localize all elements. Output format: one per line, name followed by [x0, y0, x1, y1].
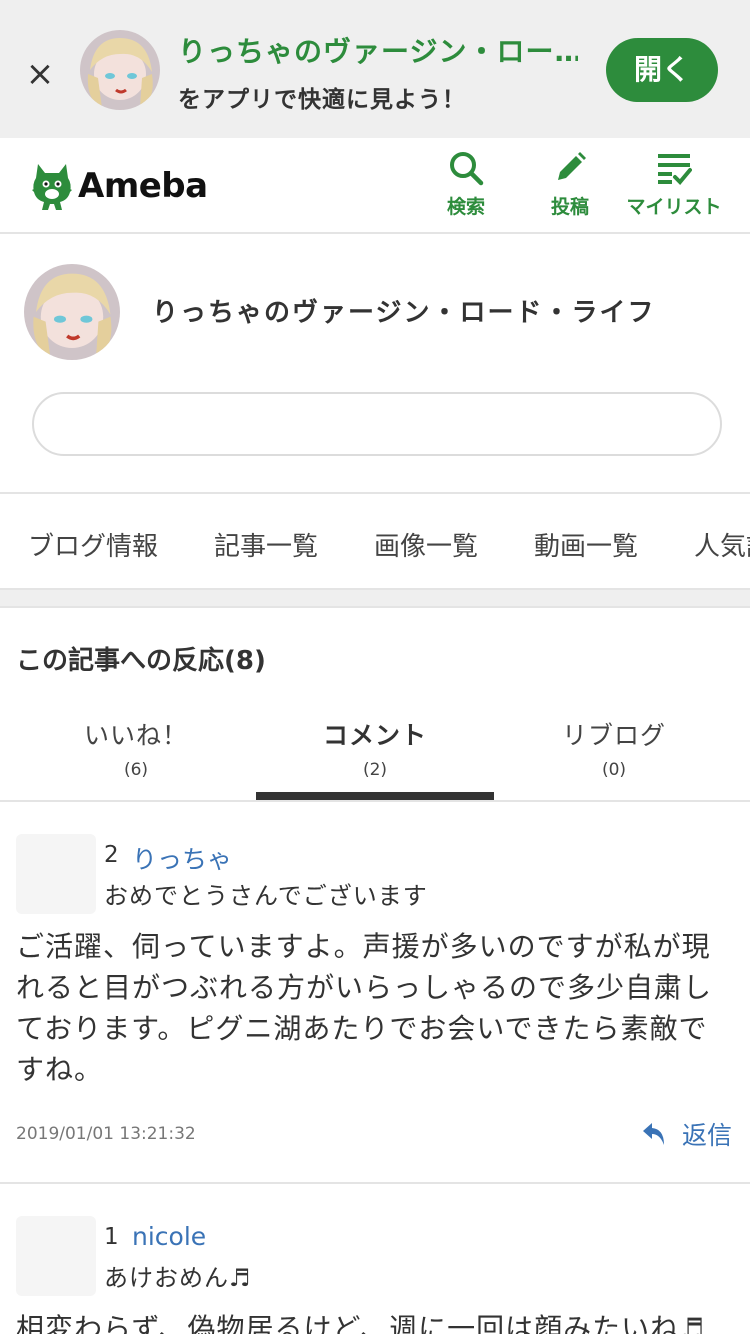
- mylist-label: マイリスト: [626, 196, 722, 218]
- reply-button[interactable]: 返信: [642, 1116, 732, 1152]
- tab-likes[interactable]: いいね！ (6): [16, 716, 256, 780]
- tab-comments-label: コメント: [322, 721, 427, 750]
- search-label: 検索: [446, 196, 485, 218]
- site-header: Ameba 検索 投稿 マイリスト: [0, 138, 750, 234]
- close-icon[interactable]: ×: [22, 52, 58, 96]
- reply-icon: [643, 1123, 664, 1145]
- comment-date: 2019/01/01 13:21:32: [16, 1124, 196, 1144]
- tab-comments[interactable]: コメント (2): [255, 716, 495, 780]
- divider: [0, 1182, 750, 1184]
- mylist-button[interactable]: マイリスト: [624, 150, 724, 226]
- tab-reblogs[interactable]: リブログ (0): [494, 716, 734, 780]
- comment-number: 2: [104, 842, 119, 868]
- banner-avatar: [80, 30, 160, 110]
- comment-item: 2 りっちゃ おめでとうさんでございます ご活躍、伺っていますよ。声援が多いので…: [0, 834, 750, 1174]
- divider: [0, 800, 750, 802]
- nav-item-popular[interactable]: 人気記: [694, 526, 750, 563]
- open-app-button[interactable]: 開く: [606, 38, 718, 102]
- tab-likes-label: いいね！: [83, 721, 188, 750]
- blog-search-input[interactable]: [32, 392, 722, 456]
- commenter-avatar[interactable]: [16, 1216, 96, 1296]
- blog-nav: ブログ情報 記事一覧 画像一覧 動画一覧 人気記: [0, 492, 750, 590]
- commenter-avatar[interactable]: [16, 834, 96, 914]
- comment-author[interactable]: りっちゃ: [132, 840, 232, 876]
- nav-item-video-list[interactable]: 動画一覧: [534, 526, 638, 563]
- app-banner: × りっちゃのヴァージン・ロー… をアプリで快適に見よう！ 開く: [0, 0, 750, 138]
- logo-text: Ameba: [78, 166, 208, 206]
- nav-item-blog-info[interactable]: ブログ情報: [28, 526, 158, 563]
- banner-subtitle: をアプリで快適に見よう！: [178, 87, 466, 113]
- tab-reblogs-label: リブログ: [561, 721, 666, 750]
- comment-body: ご活躍、伺っていますよ。声援が多いのですが私が現れると目がつぶれる方がいらっしゃ…: [16, 930, 713, 1086]
- comment-item: 1 nicole あけおめん♬ 相変わらず、偽物居るけど、週に一回は顔みたいね♬: [0, 1216, 750, 1334]
- ameba-logo[interactable]: Ameba: [30, 158, 208, 214]
- post-button[interactable]: 投稿: [520, 150, 620, 226]
- tab-likes-count: (6): [123, 760, 149, 780]
- comment-body: 相変わらず、偽物居るけど、週に一回は顔みたいね♬: [16, 1312, 706, 1334]
- reactions-title: この記事への反応(8): [16, 646, 266, 676]
- comment-number: 1: [104, 1224, 119, 1250]
- comment-subject: あけおめん♬: [104, 1264, 252, 1292]
- checklist-icon: [658, 154, 692, 185]
- ameba-mascot-icon: [32, 164, 72, 210]
- banner-title: りっちゃのヴァージン・ロー…: [178, 35, 578, 68]
- comment-author[interactable]: nicole: [132, 1222, 206, 1251]
- nav-item-entry-list[interactable]: 記事一覧: [214, 526, 318, 563]
- comment-subject: おめでとうさんでございます: [104, 882, 428, 910]
- pencil-icon: [558, 152, 586, 180]
- nav-item-image-list[interactable]: 画像一覧: [374, 526, 478, 563]
- search-icon: [450, 152, 484, 186]
- tab-reblogs-count: (0): [601, 760, 627, 780]
- search-button[interactable]: 検索: [416, 150, 516, 226]
- blog-avatar[interactable]: [24, 264, 120, 360]
- active-tab-indicator: [256, 792, 494, 800]
- tab-comments-count: (2): [362, 760, 388, 780]
- blog-title[interactable]: りっちゃのヴァージン・ロード・ライフ: [152, 292, 655, 329]
- section-gap: [0, 590, 750, 608]
- reply-label: 返信: [682, 1121, 733, 1150]
- post-label: 投稿: [550, 196, 589, 218]
